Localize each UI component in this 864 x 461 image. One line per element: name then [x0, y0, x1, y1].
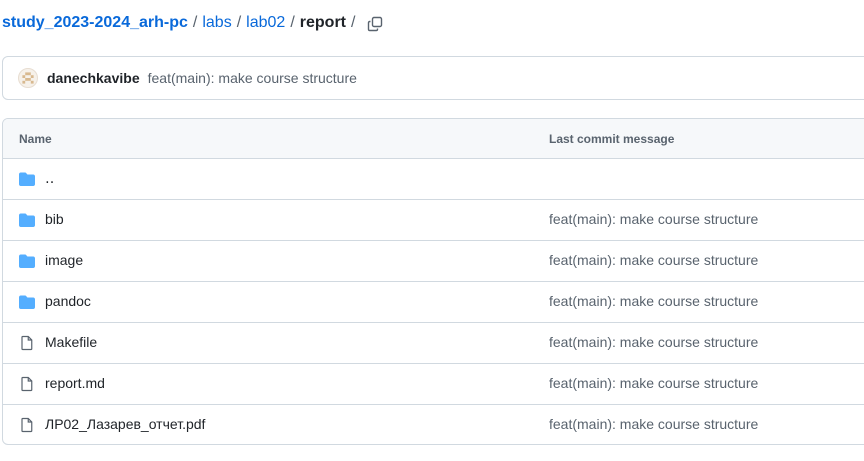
- parent-directory-link[interactable]: ‥: [45, 170, 54, 187]
- row-commit-message-link[interactable]: feat(main): make course structure: [549, 211, 758, 227]
- folder-icon: [19, 295, 35, 309]
- column-header-last-commit: Last commit message: [549, 132, 675, 146]
- row-commit-message-link[interactable]: feat(main): make course structure: [549, 293, 758, 309]
- directory-link[interactable]: bib: [45, 211, 64, 227]
- breadcrumb-lab02-link[interactable]: lab02: [246, 14, 285, 32]
- row-commit-message-link[interactable]: feat(main): make course structure: [549, 252, 758, 268]
- copy-path-button[interactable]: [362, 11, 388, 37]
- file-icon: [21, 376, 33, 392]
- row-commit-message-link[interactable]: feat(main): make course structure: [549, 375, 758, 391]
- identicon-avatar: [22, 72, 34, 84]
- file-icon: [21, 335, 33, 351]
- breadcrumb: study_2023-2024_arh-pc / labs / lab02 / …: [2, 12, 360, 34]
- avatar[interactable]: [18, 68, 38, 88]
- commit-author-link[interactable]: danechkavibe: [47, 70, 140, 86]
- file-link[interactable]: Makefile: [45, 334, 97, 350]
- table-row[interactable]: pandoc feat(main): make course structure: [3, 282, 864, 323]
- breadcrumb-labs-link[interactable]: labs: [202, 14, 231, 32]
- folder-icon: [19, 172, 35, 186]
- breadcrumb-separator: /: [192, 14, 198, 31]
- file-table: Name Last commit message ‥ bib feat(main)…: [2, 118, 864, 445]
- breadcrumb-separator: /: [351, 14, 356, 31]
- file-link[interactable]: ЛР02_Лазарев_отчет.pdf: [45, 416, 205, 432]
- row-commit-message-link[interactable]: feat(main): make course structure: [549, 334, 758, 350]
- table-row[interactable]: image feat(main): make course structure: [3, 241, 864, 282]
- breadcrumb-separator: /: [290, 14, 295, 31]
- folder-icon: [19, 254, 35, 268]
- table-row[interactable]: report.md feat(main): make course structu…: [3, 364, 864, 405]
- breadcrumb-current-dir: report: [299, 14, 346, 31]
- table-header: Name Last commit message: [3, 119, 864, 159]
- column-header-name: Name: [19, 132, 52, 146]
- latest-commit-bar: danechkavibe feat(main): make course str…: [2, 56, 864, 100]
- parent-directory-row[interactable]: ‥: [3, 159, 864, 200]
- commit-message-link[interactable]: feat(main): make course structure: [148, 70, 357, 86]
- table-row[interactable]: ЛР02_Лазарев_отчет.pdf feat(main): make c…: [3, 405, 864, 444]
- directory-link[interactable]: image: [45, 252, 83, 268]
- file-icon: [21, 417, 33, 433]
- copy-icon: [367, 16, 383, 32]
- folder-icon: [19, 213, 35, 227]
- table-row[interactable]: Makefile feat(main): make course structur…: [3, 323, 864, 364]
- breadcrumb-separator: /: [236, 14, 242, 31]
- directory-link[interactable]: pandoc: [45, 293, 91, 309]
- breadcrumb-repo-link[interactable]: study_2023-2024_arh-pc: [2, 14, 188, 32]
- row-commit-message-link[interactable]: feat(main): make course structure: [549, 416, 758, 432]
- table-row[interactable]: bib feat(main): make course structure: [3, 200, 864, 241]
- file-link[interactable]: report.md: [45, 375, 105, 391]
